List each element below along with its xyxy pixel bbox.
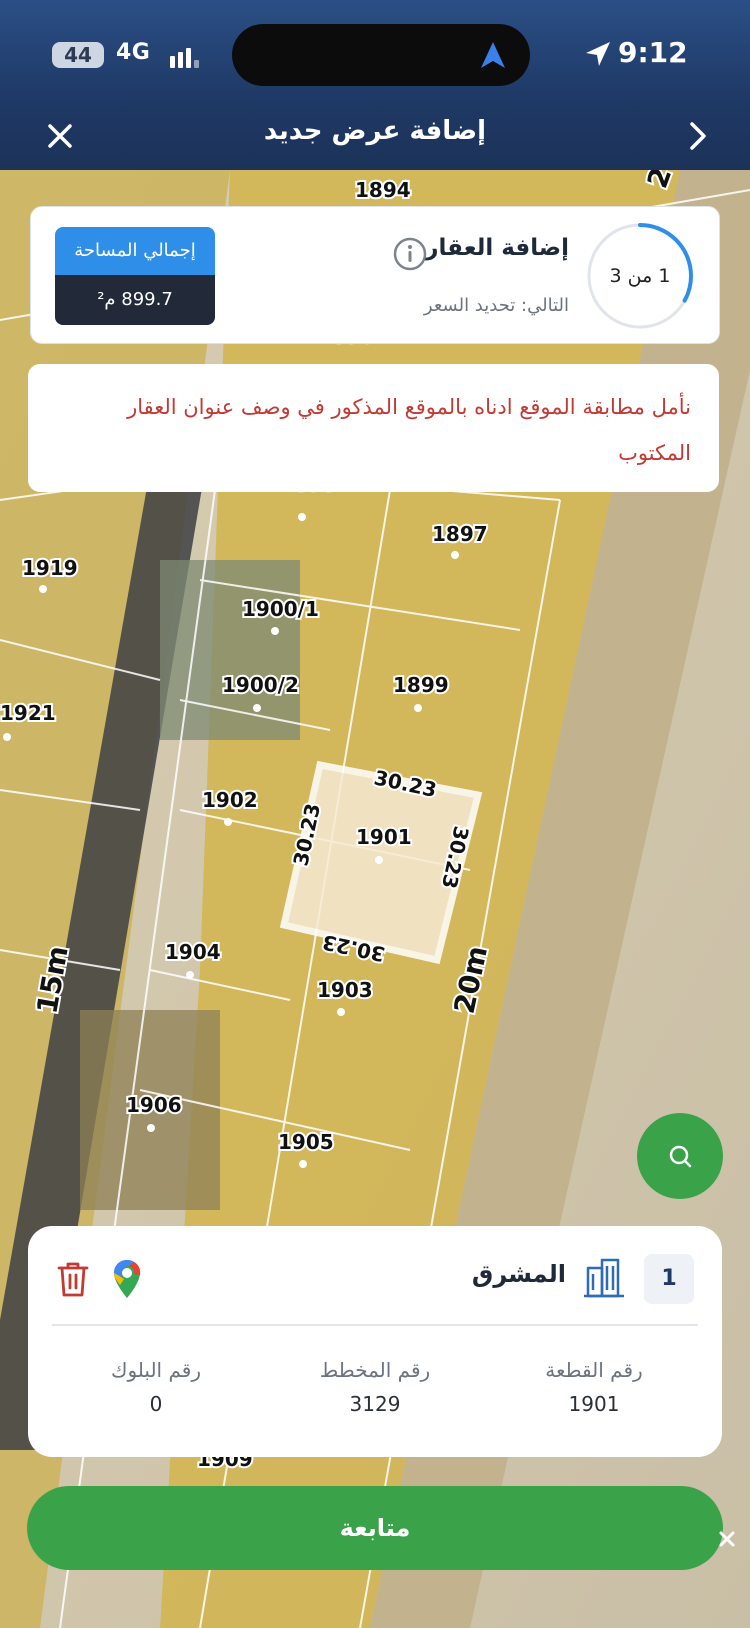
scheme-number-field: رقم المخطط 3129 bbox=[275, 1358, 475, 1416]
plot-label: 1904 bbox=[165, 940, 221, 964]
plot-label: 1900/2 bbox=[222, 673, 299, 697]
plot-label: 1906 bbox=[126, 1093, 182, 1117]
property-index-badge: 1 bbox=[644, 1254, 694, 1304]
app-screen: 1894 1896 1898 1897 1919 1900/1 1900/2 1… bbox=[0, 0, 750, 1628]
map-search-button[interactable] bbox=[637, 1113, 723, 1199]
building-block bbox=[160, 560, 300, 740]
area-value: 899.7 م² bbox=[55, 275, 215, 325]
field-value: 1901 bbox=[568, 1392, 620, 1416]
search-icon bbox=[669, 1145, 692, 1168]
continue-button[interactable]: متابعة bbox=[27, 1486, 723, 1570]
app-header: 44 4G 9:12 إضافة عرض جديد bbox=[0, 0, 750, 170]
status-time: 9:12 bbox=[618, 36, 688, 69]
warning-text: نأمل مطابقة الموقع ادناه بالموقع المذكور… bbox=[127, 395, 691, 465]
status-bar: 44 4G 9:12 bbox=[0, 0, 750, 105]
block-number-field: رقم البلوك 0 bbox=[56, 1358, 256, 1416]
property-card: 1 المشرق رقم القطعة 1901 رقم المخطط 3129… bbox=[28, 1226, 722, 1457]
next-step-label: التالي: تحديد السعر bbox=[423, 295, 569, 316]
field-value: 3129 bbox=[349, 1392, 401, 1416]
location-arrow-icon bbox=[586, 42, 610, 66]
plot-label: 1921 bbox=[0, 701, 56, 725]
page-title: إضافة عرض جديد bbox=[263, 116, 487, 146]
plot-label: 1902 bbox=[202, 788, 258, 812]
title-bar: إضافة عرض جديد bbox=[0, 110, 750, 166]
step-card: 1 من 3 إضافة العقار التالي: تحديد السعر … bbox=[30, 206, 720, 344]
signal-icon bbox=[170, 46, 202, 68]
field-value: 0 bbox=[149, 1392, 163, 1416]
plot-number-field: رقم القطعة 1901 bbox=[494, 1358, 694, 1416]
building-icon bbox=[584, 1258, 624, 1298]
dynamic-island bbox=[232, 24, 530, 86]
total-area-box: إجمالي المساحة 899.7 م² bbox=[55, 227, 215, 325]
field-label: رقم القطعة bbox=[545, 1358, 643, 1382]
step-indicator: 1 من 3 bbox=[609, 265, 671, 287]
close-icon[interactable] bbox=[716, 1528, 738, 1550]
location-warning: نأمل مطابقة الموقع ادناه بالموقع المذكور… bbox=[28, 364, 719, 492]
network-type: 4G bbox=[116, 40, 151, 65]
plot-label: 1894 bbox=[355, 178, 411, 202]
plot-label: 1919 bbox=[22, 556, 78, 580]
plot-label: 1903 bbox=[317, 978, 373, 1002]
info-icon[interactable] bbox=[393, 237, 427, 271]
field-label: رقم المخطط bbox=[319, 1358, 431, 1382]
map-pin-icon[interactable] bbox=[112, 1258, 142, 1300]
battery-indicator: 44 bbox=[52, 42, 104, 68]
plot-label: 1899 bbox=[393, 673, 449, 697]
chevron-right-icon[interactable] bbox=[682, 116, 712, 156]
plot-label: 1905 bbox=[278, 1130, 334, 1154]
plot-label: 1900/1 bbox=[242, 597, 319, 621]
area-label: إجمالي المساحة bbox=[55, 227, 215, 275]
trash-icon[interactable] bbox=[56, 1260, 90, 1298]
district-name: المشرق bbox=[471, 1260, 566, 1288]
plot-label: 1901 bbox=[356, 825, 412, 849]
card-divider bbox=[52, 1324, 698, 1326]
plot-label: 1897 bbox=[432, 522, 488, 546]
field-label: رقم البلوك bbox=[110, 1358, 201, 1382]
step-title: إضافة العقار bbox=[425, 235, 569, 261]
navigation-arrow-icon bbox=[481, 42, 505, 68]
